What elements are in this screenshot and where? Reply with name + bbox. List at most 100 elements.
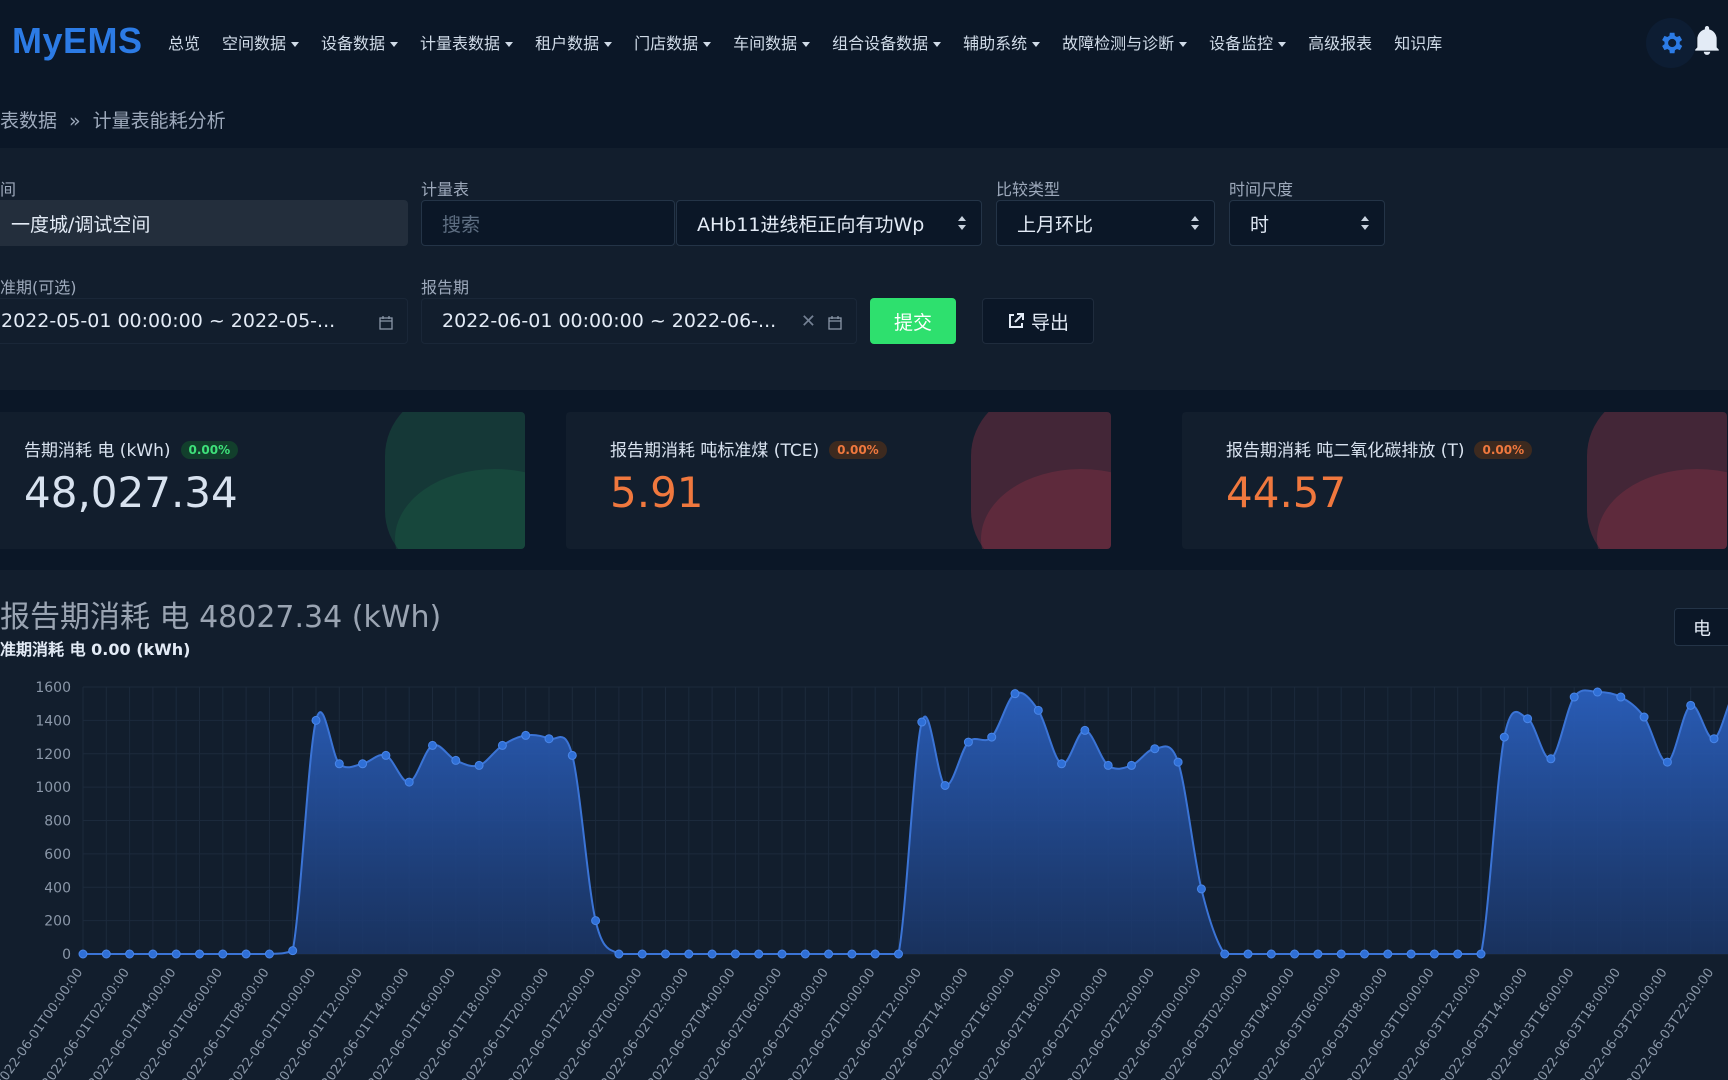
- data-point[interactable]: [1686, 700, 1696, 710]
- data-point[interactable]: [614, 949, 624, 959]
- data-point[interactable]: [288, 946, 298, 956]
- data-point[interactable]: [1243, 949, 1253, 959]
- data-point[interactable]: [1523, 714, 1533, 724]
- data-point[interactable]: [730, 949, 740, 959]
- data-point[interactable]: [567, 750, 577, 760]
- data-point[interactable]: [1057, 759, 1067, 769]
- data-point[interactable]: [474, 760, 484, 770]
- nav-item-11[interactable]: 高级报表: [1308, 30, 1372, 54]
- nav-item-1[interactable]: 空间数据: [222, 30, 300, 54]
- period-type-select[interactable]: 时: [1229, 200, 1385, 246]
- data-point[interactable]: [894, 949, 903, 959]
- nav-item-5[interactable]: 门店数据: [634, 30, 712, 54]
- data-point[interactable]: [334, 759, 344, 769]
- breadcrumb-parent[interactable]: 表数据: [0, 110, 57, 132]
- data-point[interactable]: [428, 740, 437, 750]
- data-point[interactable]: [1266, 949, 1276, 959]
- nav-item-10[interactable]: 设备监控: [1209, 30, 1287, 54]
- data-point[interactable]: [1290, 949, 1300, 959]
- data-point[interactable]: [963, 737, 973, 747]
- nav-item-4[interactable]: 租户数据: [535, 30, 613, 54]
- base-period-datepicker[interactable]: 2022-05-01 00:00:00 ~ 2022-05-...: [0, 298, 408, 344]
- data-point[interactable]: [1499, 732, 1509, 742]
- data-point[interactable]: [1220, 949, 1230, 959]
- data-point[interactable]: [1709, 734, 1719, 744]
- data-point[interactable]: [1080, 725, 1090, 735]
- data-point[interactable]: [78, 949, 88, 959]
- data-point[interactable]: [1406, 949, 1416, 959]
- data-point[interactable]: [381, 750, 391, 760]
- data-point[interactable]: [870, 949, 880, 959]
- data-point[interactable]: [591, 916, 601, 926]
- myems-logo[interactable]: MyEMS: [12, 20, 143, 62]
- data-point[interactable]: [1616, 692, 1626, 702]
- data-point[interactable]: [777, 949, 787, 959]
- data-point[interactable]: [1173, 757, 1183, 767]
- compare-type-select[interactable]: 上月环比: [996, 200, 1215, 246]
- energy-category-select[interactable]: 电: [1674, 608, 1728, 646]
- data-point[interactable]: [1336, 949, 1346, 959]
- data-point[interactable]: [1127, 760, 1136, 770]
- data-point[interactable]: [1033, 705, 1043, 715]
- nav-item-7[interactable]: 组合设备数据: [832, 30, 942, 54]
- clear-icon[interactable]: ✕: [801, 311, 816, 332]
- data-point[interactable]: [847, 949, 857, 959]
- notifications-button[interactable]: [1694, 26, 1720, 60]
- data-point[interactable]: [148, 949, 158, 959]
- meter-select[interactable]: AHb11进线柜正向有功Wp: [676, 200, 982, 246]
- data-point[interactable]: [451, 755, 461, 765]
- nav-item-12[interactable]: 知识库: [1394, 30, 1442, 54]
- data-point[interactable]: [358, 759, 368, 769]
- data-point[interactable]: [1569, 692, 1579, 702]
- submit-button[interactable]: 提交: [870, 298, 956, 344]
- nav-item-6[interactable]: 车间数据: [733, 30, 811, 54]
- data-point[interactable]: [264, 949, 274, 959]
- data-point[interactable]: [1662, 757, 1672, 767]
- data-point[interactable]: [1453, 949, 1463, 959]
- nav-item-2[interactable]: 设备数据: [321, 30, 399, 54]
- data-point[interactable]: [684, 949, 694, 959]
- data-point[interactable]: [497, 740, 507, 750]
- data-point[interactable]: [241, 949, 251, 959]
- data-point[interactable]: [1639, 712, 1649, 722]
- space-cascader[interactable]: 一度城/调试空间: [0, 200, 408, 246]
- data-point[interactable]: [1383, 949, 1393, 959]
- export-button[interactable]: 导出: [982, 298, 1094, 344]
- data-point[interactable]: [218, 949, 228, 959]
- data-point[interactable]: [1150, 744, 1160, 754]
- meter-search-input[interactable]: 搜索: [421, 200, 675, 246]
- data-point[interactable]: [917, 717, 927, 727]
- data-point[interactable]: [800, 949, 810, 959]
- data-point[interactable]: [101, 949, 111, 959]
- data-point[interactable]: [171, 949, 181, 959]
- data-point[interactable]: [940, 780, 950, 790]
- data-point[interactable]: [125, 949, 135, 959]
- data-point[interactable]: [707, 949, 717, 959]
- nav-item-9[interactable]: 故障检测与诊断: [1062, 30, 1188, 54]
- data-point[interactable]: [311, 715, 321, 725]
- data-point[interactable]: [1313, 949, 1323, 959]
- data-point[interactable]: [1196, 884, 1206, 894]
- data-point[interactable]: [1593, 687, 1602, 697]
- data-point[interactable]: [661, 949, 670, 959]
- data-point[interactable]: [754, 949, 764, 959]
- data-point[interactable]: [1476, 949, 1486, 959]
- settings-button[interactable]: [1646, 18, 1696, 68]
- data-point[interactable]: [1360, 949, 1369, 959]
- data-point[interactable]: [824, 949, 834, 959]
- data-point[interactable]: [521, 730, 531, 740]
- data-point[interactable]: [404, 777, 414, 787]
- nav-item-0[interactable]: 总览: [168, 30, 200, 54]
- data-point[interactable]: [987, 732, 997, 742]
- nav-item-8[interactable]: 辅助系统: [963, 30, 1041, 54]
- report-period-datepicker[interactable]: 2022-06-01 00:00:00 ~ 2022-06-... ✕: [421, 298, 857, 344]
- data-point[interactable]: [1546, 754, 1556, 764]
- data-point[interactable]: [544, 734, 554, 744]
- data-point[interactable]: [1429, 949, 1439, 959]
- nav-item-3[interactable]: 计量表数据: [420, 30, 514, 54]
- data-point[interactable]: [637, 949, 647, 959]
- data-point[interactable]: [195, 949, 204, 959]
- y-tick-label: 400: [44, 880, 71, 896]
- data-point[interactable]: [1010, 689, 1020, 699]
- data-point[interactable]: [1103, 760, 1113, 770]
